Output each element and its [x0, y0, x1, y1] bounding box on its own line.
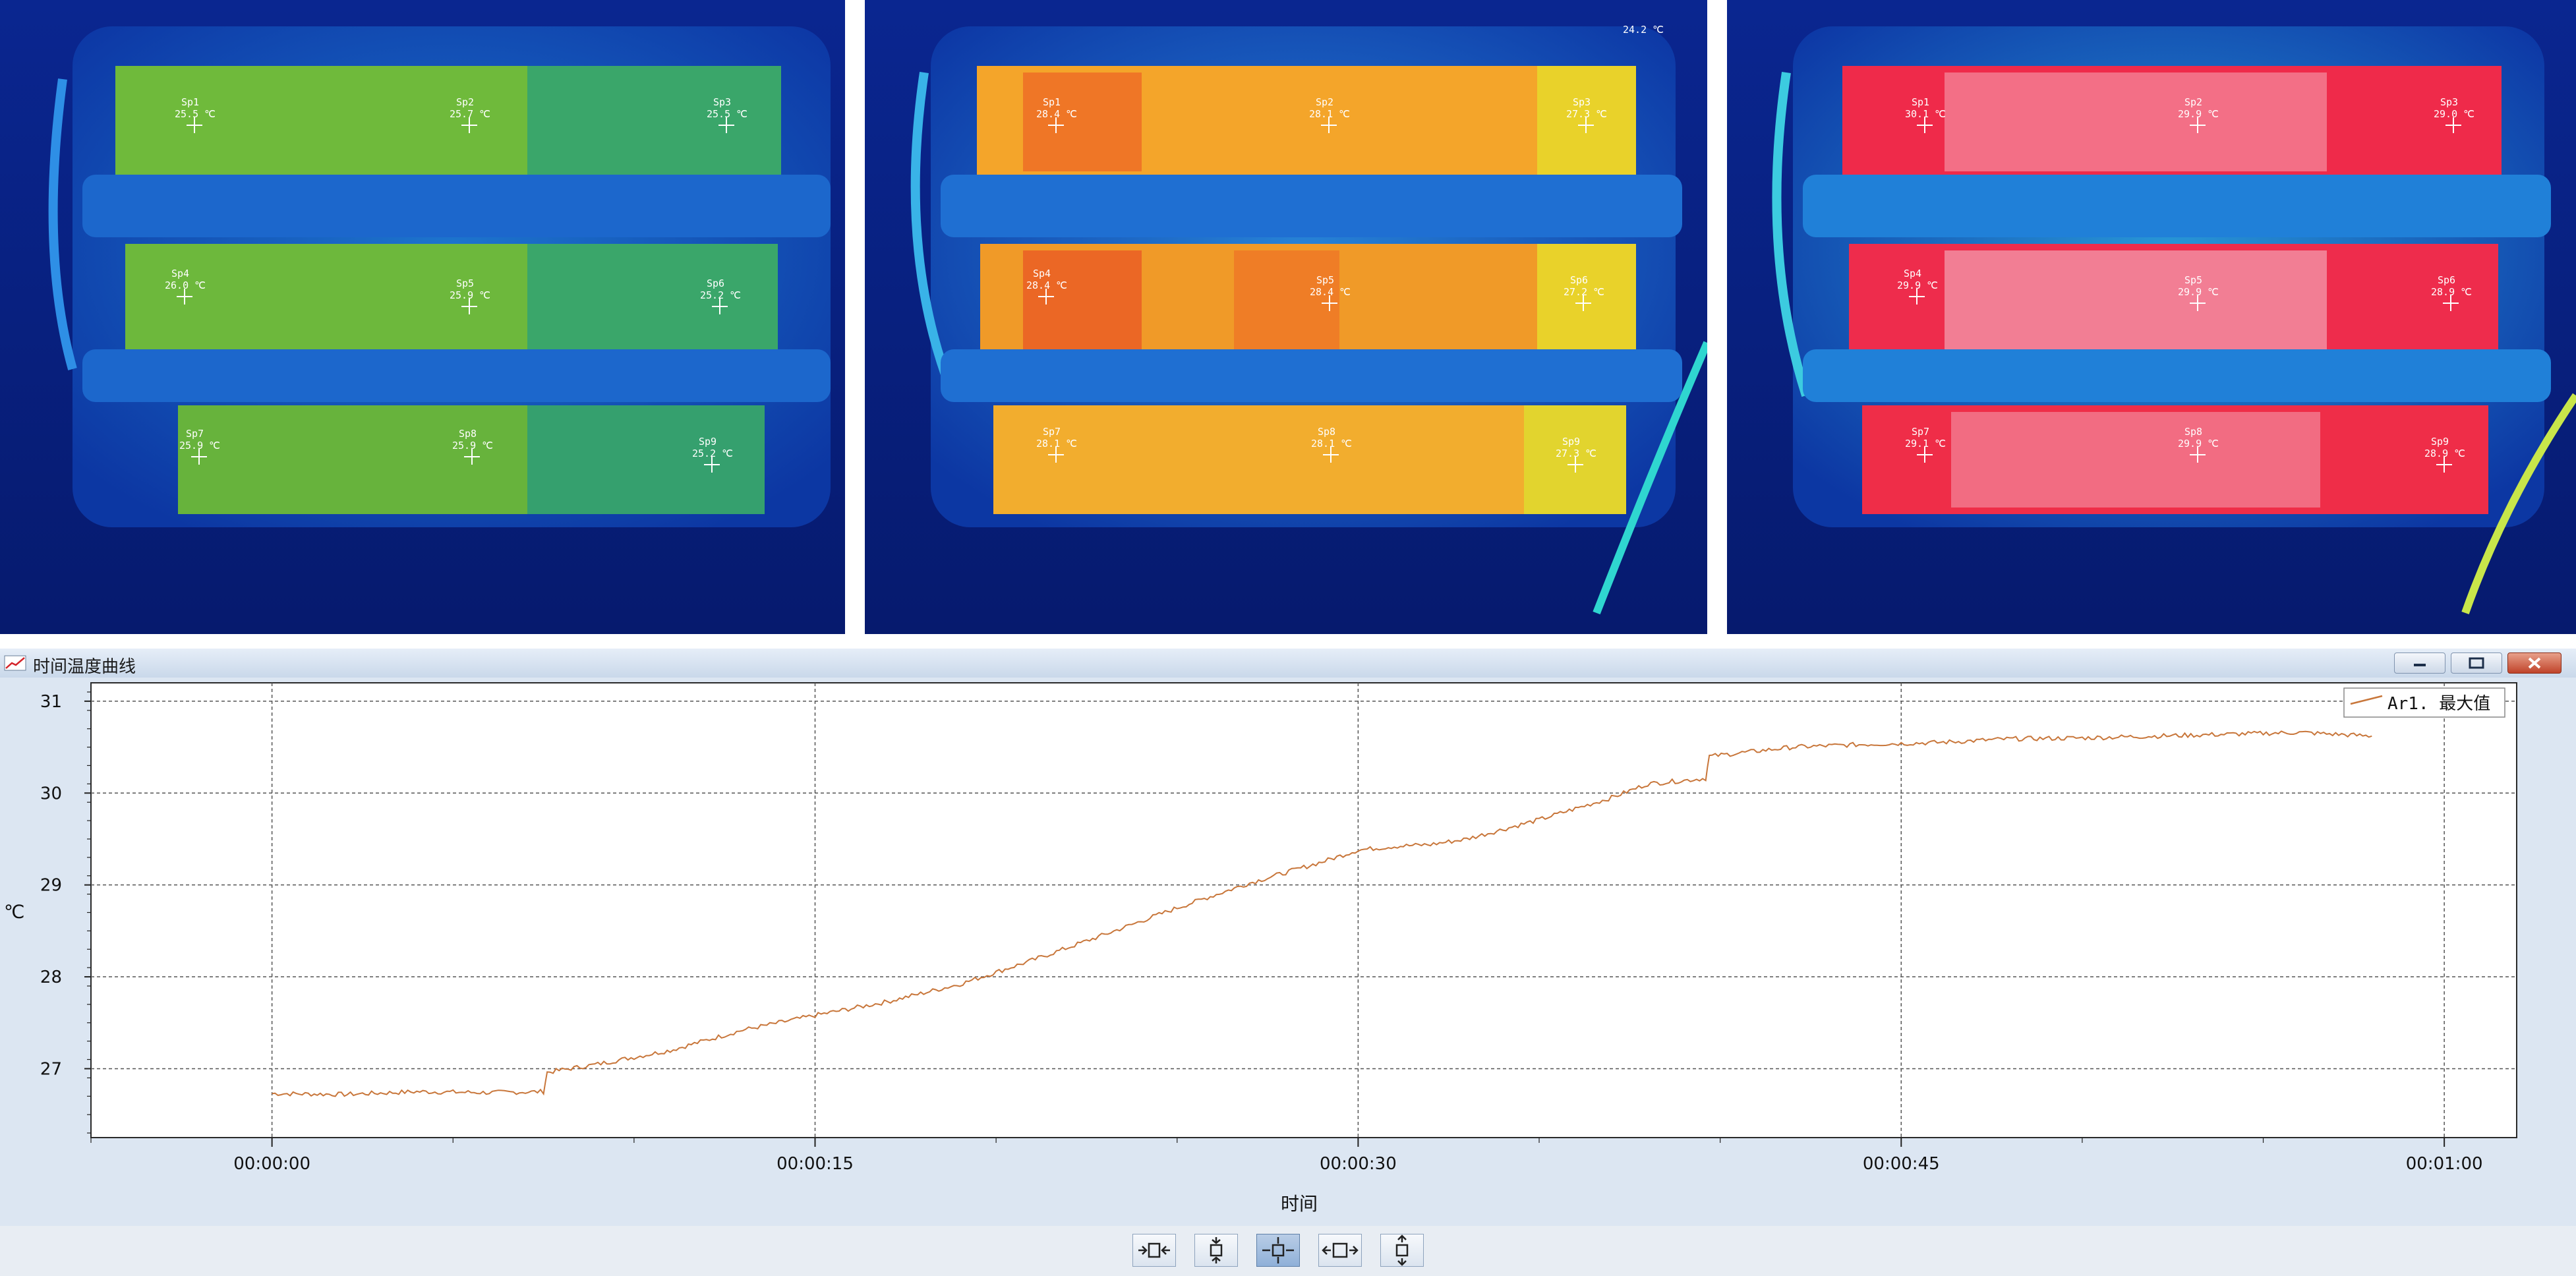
fit-vertical-icon	[1210, 1237, 1223, 1263]
spot-name: Sp8	[459, 428, 477, 440]
fit-horizontal-button[interactable]	[1132, 1234, 1176, 1267]
spot-name: Sp9	[2431, 436, 2449, 448]
window-titlebar[interactable]: 时间温度曲线	[0, 649, 2576, 678]
restore-icon	[2469, 657, 2484, 669]
spot-name: Sp4	[171, 268, 189, 279]
spot-name: Sp4	[1033, 268, 1051, 279]
time-temperature-window: 时间温度曲线 27 28 29 30 31 00:00:00 00:00:15 00:00:…	[0, 649, 2576, 1276]
zoom-vertical-button[interactable]	[1380, 1234, 1424, 1267]
fit-horizontal-icon	[1138, 1242, 1170, 1258]
x-tick-label: 00:00:45	[1863, 1154, 1940, 1174]
spot-name: Sp5	[456, 277, 474, 289]
x-tick-label: 00:00:00	[233, 1154, 310, 1174]
spot-name: Sp1	[1912, 96, 1929, 108]
time-temperature-chart[interactable]: 2728293031 00:00:00 00:00:15 00:00:30 00:00…	[0, 678, 2576, 1218]
fit-vertical-button[interactable]	[1194, 1234, 1238, 1267]
spot-name: Sp7	[186, 428, 204, 440]
y-tick-label: 29	[40, 876, 62, 896]
thermal-image-1: Sp1 25.5 ℃ Sp2 25.7 ℃ Sp3 25.5 ℃ Sp4 26.0 ℃ Sp5 2…	[0, 0, 845, 634]
thermal-svg-1: Sp125.5 ℃Sp225.7 ℃Sp325.5 ℃Sp426.0 ℃ Sp52…	[0, 0, 845, 634]
reference-temp-label: 24.2 ℃	[1623, 24, 1664, 36]
spot-name: Sp3	[2440, 96, 2458, 108]
spot-name: Sp1	[1043, 96, 1061, 108]
spot-name: Sp6	[1570, 274, 1588, 286]
close-icon	[2528, 657, 2541, 669]
x-tick-label: 00:01:00	[2406, 1154, 2483, 1174]
thermal-svg-3: Sp130.1 ℃Sp229.9 ℃Sp329.0 ℃Sp429.9 ℃ Sp52…	[1727, 0, 2576, 634]
thermal-image-3: Sp1 30.1 ℃ Sp2 29.9 ℃ Sp3 29.0 ℃ Sp4 29.9 ℃ Sp5 2…	[1727, 0, 2576, 634]
y-axis-title: ℃	[4, 901, 24, 923]
window-title: 时间温度曲线	[33, 657, 136, 677]
zoom-horizontal-icon	[1322, 1242, 1359, 1258]
spot-name: Sp8	[2184, 426, 2202, 438]
spot-name: Sp6	[2438, 274, 2455, 286]
x-axis-title: 时间	[1281, 1193, 1318, 1215]
line-chart-icon	[4, 655, 26, 671]
spot-name: Sp9	[699, 436, 717, 448]
minimize-icon	[2414, 664, 2426, 666]
x-axis: 00:00:00 00:00:15 00:00:30 00:00:45 00:01:00	[90, 1138, 2483, 1174]
spot-name: Sp2	[1316, 96, 1333, 108]
zoom-horizontal-button[interactable]	[1318, 1234, 1362, 1267]
close-button[interactable]	[2507, 652, 2561, 674]
y-tick-label: 31	[40, 692, 62, 712]
minimize-button[interactable]	[2394, 652, 2445, 674]
spot-name: Sp8	[1318, 426, 1335, 438]
thermal-image-2: 24.2 ℃ Sp1 28.4 ℃ Sp2 28.1 ℃ Sp3 27.3 ℃ Sp4 28.…	[865, 0, 1707, 634]
spot-name: Sp3	[713, 96, 731, 108]
fit-all-icon	[1262, 1237, 1294, 1263]
spot-name: Sp5	[1316, 274, 1334, 286]
spot-name: Sp2	[2184, 96, 2202, 108]
y-tick-label: 27	[40, 1059, 62, 1079]
spot-name: Sp2	[456, 96, 474, 108]
spot-name: Sp7	[1912, 426, 1929, 438]
y-tick-label: 28	[40, 968, 62, 987]
legend-label: Ar1. 最大值	[2387, 694, 2490, 714]
fit-all-button[interactable]	[1256, 1234, 1300, 1267]
spot-name: Sp9	[1562, 436, 1580, 448]
chart-toolbar	[0, 1226, 2576, 1276]
thermal-svg-2: 24.2 ℃ Sp128.4 ℃Sp228.1 ℃Sp327.3 ℃Sp428.…	[865, 0, 1707, 634]
spot-name: Sp3	[1573, 96, 1591, 108]
spot-name: Sp7	[1043, 426, 1061, 438]
spot-name: Sp4	[1904, 268, 1921, 279]
zoom-vertical-icon	[1395, 1234, 1409, 1266]
x-tick-label: 00:00:30	[1320, 1154, 1397, 1174]
plot-background	[90, 682, 2517, 1138]
y-axis: 27 28 29 30 31	[40, 691, 91, 1134]
plot-area[interactable]: 27 28 29 30 31 00:00:00 00:00:15 00:00:30 00:00…	[0, 678, 2576, 1218]
spot-name: Sp1	[181, 96, 199, 108]
y-tick-label: 30	[40, 784, 62, 803]
spot-name: Sp5	[2184, 274, 2202, 286]
legend: Ar1. 最大值	[2343, 687, 2505, 718]
x-tick-label: 00:00:15	[776, 1154, 854, 1174]
restore-button[interactable]	[2451, 652, 2502, 674]
spot-name: Sp6	[707, 277, 724, 289]
